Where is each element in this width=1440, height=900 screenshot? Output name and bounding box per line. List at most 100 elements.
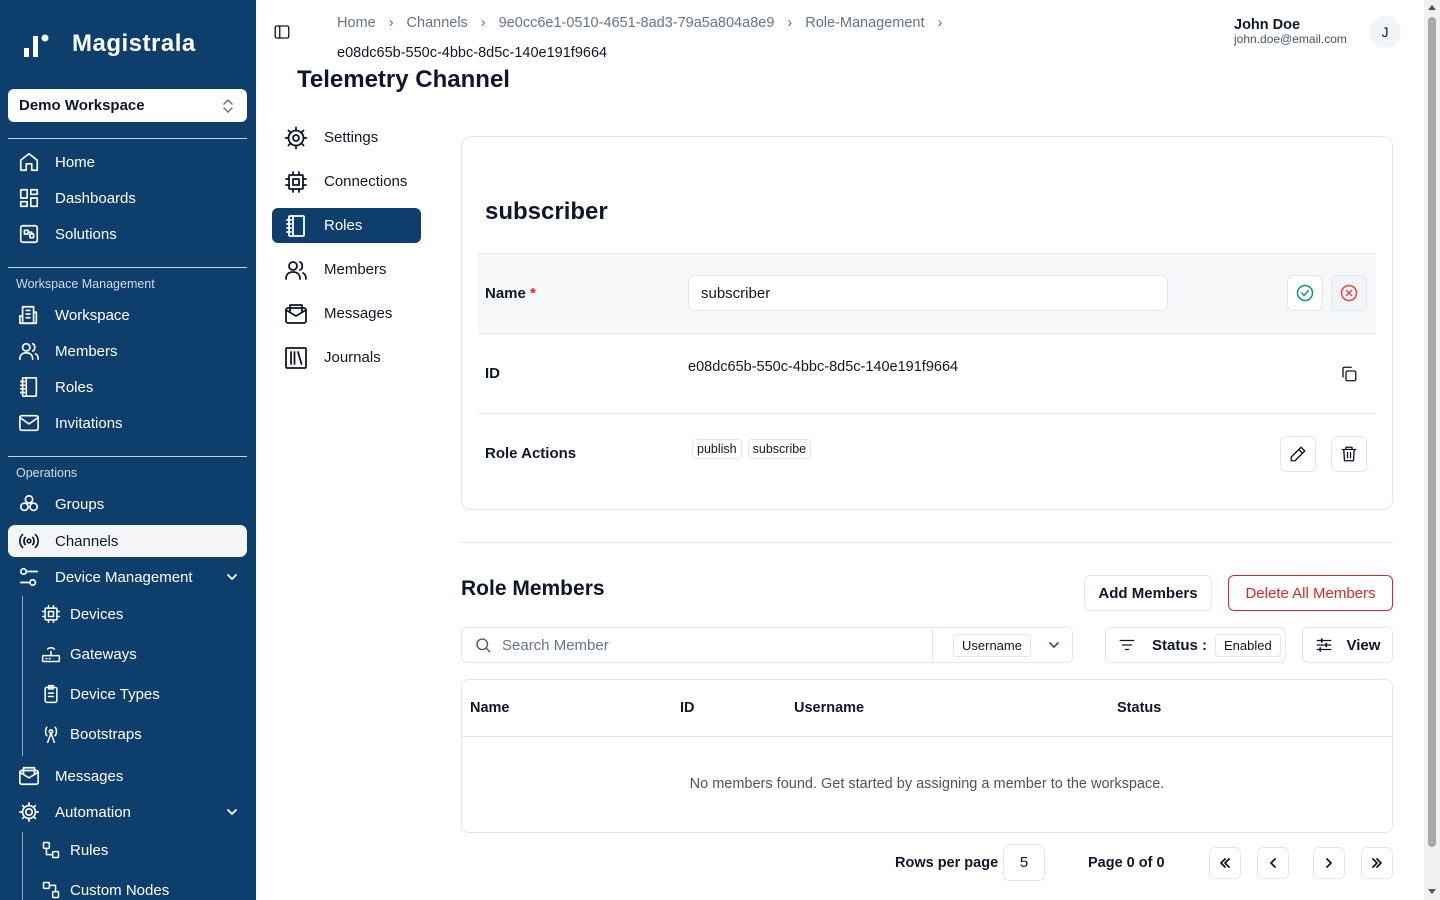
sidebar-item-label: Invitations: [55, 414, 123, 432]
last-page-button[interactable]: [1361, 847, 1393, 879]
avatar[interactable]: J: [1369, 16, 1401, 48]
role-name-row: Name * subscriber: [478, 253, 1376, 333]
mail-open-icon: [285, 303, 307, 324]
sidebar-item-label: Groups: [55, 495, 105, 513]
status-filter-button[interactable]: Status : Enabled: [1105, 627, 1286, 663]
role-id-row: ID e08dc65b-550c-4bbc-8d5c-140e191f9664: [478, 333, 1376, 413]
id-label: ID: [485, 365, 500, 382]
sidebar-item-automation[interactable]: Automation: [8, 796, 247, 828]
view-options-button[interactable]: View: [1302, 627, 1393, 663]
pencil-icon: [1290, 446, 1306, 462]
status-filter-label: Status :: [1152, 636, 1208, 654]
book-icon: [286, 214, 305, 237]
sidebar-item-rules[interactable]: Rules: [40, 834, 247, 866]
delete-all-members-button[interactable]: Delete All Members: [1228, 575, 1393, 611]
confirm-name-button[interactable]: [1287, 275, 1323, 311]
column-header-name[interactable]: Name: [470, 700, 510, 716]
sidebar-item-solutions[interactable]: Solutions: [8, 218, 247, 250]
search-by-value: Username: [953, 633, 1031, 657]
chevron-right-icon: ›: [388, 15, 394, 31]
chevron-right-icon: ›: [937, 15, 943, 31]
chevron-right-icon: [1326, 858, 1332, 868]
channel-nav-journals[interactable]: Journals: [272, 340, 421, 375]
role-name-input[interactable]: subscriber: [688, 275, 1168, 311]
sliders-icon: [19, 567, 39, 587]
sidebar-item-custom-nodes[interactable]: Custom Nodes: [40, 874, 247, 900]
channel-nav-settings[interactable]: Settings: [272, 120, 421, 155]
scrollbar-thumb[interactable]: [1428, 17, 1436, 847]
page-scrollbar[interactable]: [1424, 0, 1440, 900]
sidebar-divider: [8, 456, 247, 457]
sidebar-item-label: Device Types: [70, 685, 160, 703]
sidebar-item-groups[interactable]: Groups: [8, 488, 247, 520]
sidebar-item-device-management[interactable]: Device Management: [8, 561, 247, 593]
sidebar-item-gateways[interactable]: Gateways: [40, 638, 247, 670]
sidebar-item-invitations[interactable]: Invitations: [8, 407, 247, 439]
user-info[interactable]: John Doe john.doe@email.com: [1234, 17, 1347, 45]
delete-actions-button[interactable]: [1331, 436, 1367, 472]
edit-actions-button[interactable]: [1280, 436, 1316, 472]
channel-nav-roles[interactable]: Roles: [272, 208, 421, 243]
status-filter-value: Enabled: [1215, 633, 1281, 657]
search-member-field[interactable]: Search Member Username: [461, 627, 1073, 663]
sidebar-divider: [8, 138, 247, 139]
sidebar-item-label: Home: [55, 153, 96, 171]
users-icon: [285, 260, 307, 280]
sidebar-item-roles[interactable]: Roles: [8, 371, 247, 403]
users-icon: [19, 342, 39, 361]
previous-page-button[interactable]: [1257, 847, 1289, 879]
first-page-button[interactable]: [1209, 847, 1241, 879]
breadcrumb-channels[interactable]: Channels: [407, 8, 468, 38]
required-mark: *: [530, 285, 536, 302]
sidebar-item-label: Gateways: [70, 645, 137, 663]
column-header-id[interactable]: ID: [680, 700, 695, 716]
sidebar-item-workspace[interactable]: Workspace: [8, 299, 247, 331]
breadcrumb-role-management[interactable]: Role-Management: [805, 8, 924, 38]
workspace-select[interactable]: Demo Workspace: [8, 89, 247, 122]
copy-id-button[interactable]: [1340, 365, 1358, 383]
cpu-icon: [285, 170, 307, 193]
channel-nav-members[interactable]: Members: [272, 252, 421, 287]
scroll-up-arrow-icon[interactable]: [1428, 5, 1436, 10]
scroll-down-arrow-icon[interactable]: [1428, 889, 1436, 894]
sidebar-item-device-types[interactable]: Device Types: [40, 678, 247, 710]
workflow-icon: [42, 841, 60, 859]
sidebar-item-bootstraps[interactable]: Bootstraps: [40, 718, 247, 750]
search-by-select[interactable]: Username: [932, 628, 1073, 662]
column-header-username[interactable]: Username: [794, 700, 864, 716]
sidebar-item-label: Members: [55, 342, 118, 360]
channel-nav-connections[interactable]: Connections: [272, 164, 421, 199]
sidebar-item-channels[interactable]: Channels: [8, 525, 247, 557]
router-icon: [41, 647, 61, 663]
cancel-name-button[interactable]: [1331, 275, 1367, 311]
mail-open-icon: [19, 766, 39, 786]
breadcrumb-home[interactable]: Home: [337, 8, 376, 38]
sidebar-item-messages[interactable]: Messages: [8, 760, 247, 792]
breadcrumb-channel-id[interactable]: 9e0cc6e1-0510-4651-8ad3-79a5a804a8e9: [499, 8, 775, 38]
add-members-button[interactable]: Add Members: [1084, 575, 1212, 611]
rows-per-page-label: Rows per page: [895, 855, 999, 871]
clipboard-icon: [44, 684, 58, 704]
rows-per-page-select[interactable]: 5: [1003, 844, 1045, 881]
sidebar-item-dashboards[interactable]: Dashboards: [8, 182, 247, 214]
chevrons-right-icon: [1372, 858, 1382, 868]
submenu-line: [22, 832, 23, 900]
panel-left-icon: [274, 25, 290, 39]
solutions-icon: [19, 224, 39, 244]
chevron-down-icon: [227, 809, 237, 815]
channel-nav-messages[interactable]: Messages: [272, 296, 421, 331]
logo[interactable]: Magistrala: [22, 30, 196, 58]
next-page-button[interactable]: [1313, 847, 1345, 879]
sidebar-item-label: Automation: [55, 803, 131, 821]
sidebar-item-home[interactable]: Home: [8, 146, 247, 178]
sidebar-toggle-button[interactable]: [273, 23, 291, 41]
column-header-status[interactable]: Status: [1117, 700, 1161, 716]
search-member-input[interactable]: Search Member: [502, 637, 609, 654]
sidebar-item-label: Messages: [55, 767, 124, 785]
sidebar-item-devices[interactable]: Devices: [40, 598, 247, 630]
sidebar-item-members[interactable]: Members: [8, 335, 247, 367]
chevron-right-icon: ›: [480, 15, 486, 31]
submenu-line: [22, 596, 23, 756]
mail-icon: [19, 414, 39, 432]
sidebar-divider: [8, 267, 247, 268]
